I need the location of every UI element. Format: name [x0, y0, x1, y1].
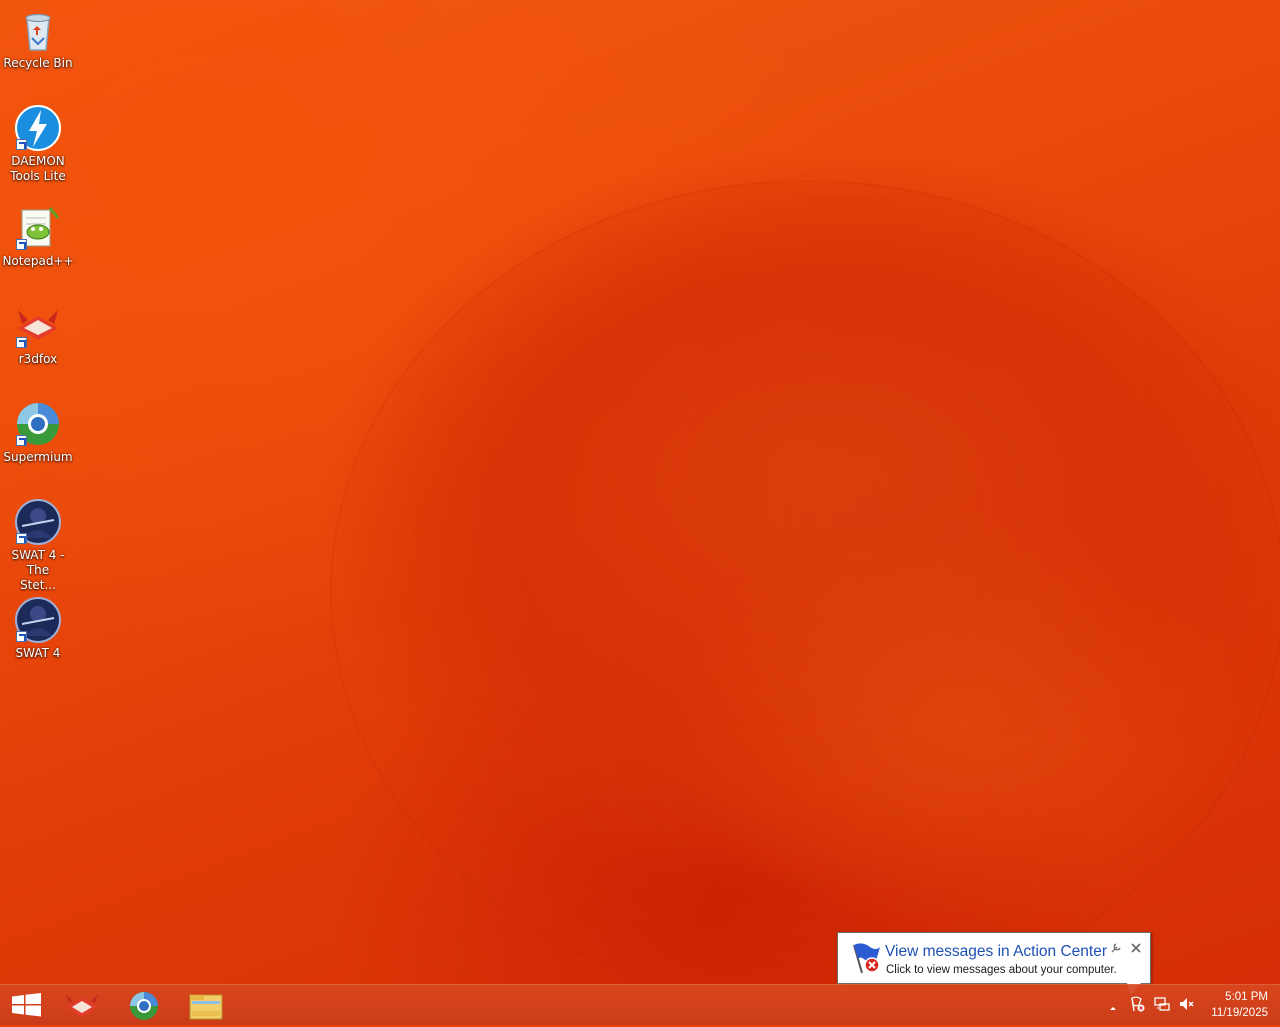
- desktop-icon-label: r3dfox: [18, 352, 58, 366]
- taskbar: 5:01 PM 11/19/2025: [0, 984, 1280, 1025]
- tray-clock-time[interactable]: 5:01 PM: [1198, 991, 1268, 1003]
- r3dfox-icon: [14, 302, 62, 350]
- shortcut-arrow-icon: [16, 337, 27, 348]
- desktop-background: Recycle Bin DAEMON Tools Lite Notepad++ …: [0, 0, 1280, 984]
- action-center-notification[interactable]: View messages in Action Center Click to …: [837, 932, 1151, 984]
- taskbar-pin-supermium[interactable]: [116, 987, 172, 1023]
- desktop-icon-label: Recycle Bin: [3, 56, 73, 70]
- taskbar-pin-r3dfox[interactable]: [54, 987, 110, 1023]
- file-explorer-icon: [189, 994, 223, 1020]
- supermium-icon: [130, 992, 158, 1020]
- shortcut-arrow-icon: [16, 435, 27, 446]
- taskbar-pin-file-explorer[interactable]: [178, 987, 234, 1023]
- desktop-icon-daemon-tools[interactable]: DAEMON Tools Lite: [2, 100, 74, 184]
- wallpaper-swirl-inner: [420, 210, 1240, 730]
- network-tray-icon[interactable]: [1153, 995, 1171, 1013]
- daemon-tools-icon: [14, 104, 62, 152]
- desktop-icon-label: Notepad++: [2, 254, 74, 268]
- shortcut-arrow-icon: [16, 631, 27, 642]
- notification-close-icon[interactable]: [1130, 941, 1142, 953]
- desktop-icon-label: SWAT 4 - The Stet...: [11, 548, 65, 592]
- action-center-tray-icon[interactable]: [1128, 995, 1146, 1013]
- tray-clock-date[interactable]: 11/19/2025: [1198, 1007, 1268, 1019]
- shortcut-arrow-icon: [16, 239, 27, 250]
- desktop-icon-swat4-stetchkov[interactable]: SWAT 4 - The Stet...: [2, 494, 74, 593]
- volume-muted-tray-icon[interactable]: [1178, 995, 1196, 1013]
- action-center-flag-icon: [848, 941, 882, 975]
- desktop-icon-recycle-bin[interactable]: Recycle Bin: [2, 2, 74, 71]
- swat4-stetchkov-icon: [14, 498, 62, 546]
- notification-title[interactable]: View messages in Action Center: [885, 943, 1107, 961]
- recycle-bin-icon: [14, 6, 62, 54]
- wallpaper-swirl: [330, 180, 1280, 984]
- swat4-icon: [14, 596, 62, 644]
- desktop-icon-label: DAEMON Tools Lite: [10, 154, 66, 183]
- r3dfox-icon: [66, 994, 98, 1017]
- desktop-icon-label: SWAT 4: [15, 646, 61, 660]
- start-button[interactable]: [0, 987, 54, 1023]
- shortcut-arrow-icon: [16, 139, 27, 150]
- desktop-icon-r3dfox[interactable]: r3dfox: [2, 298, 74, 367]
- notepadpp-icon: [14, 204, 62, 252]
- windows-logo-icon: [12, 993, 41, 1017]
- shortcut-arrow-icon: [16, 533, 27, 544]
- desktop-icon-notepadpp[interactable]: Notepad++: [2, 200, 74, 269]
- supermium-icon: [14, 400, 62, 448]
- tray-show-hidden-icon[interactable]: [1106, 999, 1120, 1011]
- desktop-icon-supermium[interactable]: Supermium: [2, 396, 74, 465]
- notification-options-icon[interactable]: [1110, 941, 1122, 953]
- notification-text: Click to view messages about your comput…: [886, 964, 1117, 976]
- desktop-icon-label: Supermium: [3, 450, 73, 464]
- desktop-icon-swat4[interactable]: SWAT 4: [2, 592, 74, 661]
